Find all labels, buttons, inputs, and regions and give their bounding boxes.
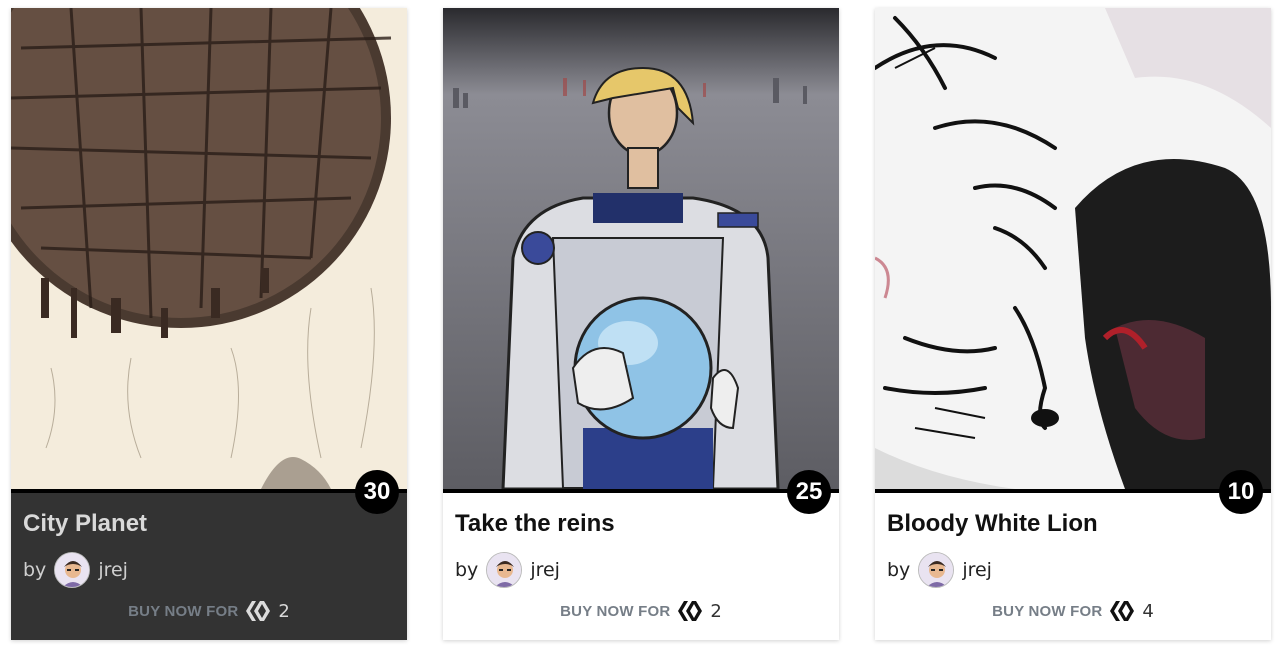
card-title[interactable]: Bloody White Lion xyxy=(887,510,1098,538)
white-lion-artwork[interactable] xyxy=(875,8,1271,489)
buy-now-label: BUY NOW FOR xyxy=(992,602,1103,620)
author-name[interactable]: jrej xyxy=(962,559,992,581)
buy-now-button[interactable]: BUY NOW FOR 2 xyxy=(11,598,407,624)
city-planet-artwork[interactable] xyxy=(11,8,407,489)
edition-count-badge: 25 xyxy=(787,470,831,514)
author-byline: by jrej xyxy=(455,551,560,589)
author-name[interactable]: jrej xyxy=(98,559,128,581)
author-byline: by jrej xyxy=(887,551,992,589)
price-value: 2 xyxy=(710,600,722,622)
card-title[interactable]: City Planet xyxy=(23,510,147,538)
buy-now-label: BUY NOW FOR xyxy=(560,602,671,620)
hive-icon xyxy=(677,600,703,622)
nft-card[interactable]: 25 Take the reins by jrej BUY NOW FOR 2 xyxy=(443,8,839,640)
image-divider xyxy=(11,489,407,493)
edition-count-badge: 10 xyxy=(1219,470,1263,514)
buy-now-button[interactable]: BUY NOW FOR 4 xyxy=(875,598,1271,624)
by-label: by xyxy=(23,559,47,581)
nft-card[interactable]: 10 Bloody White Lion by jrej BUY NOW FOR… xyxy=(875,8,1271,640)
by-label: by xyxy=(455,559,479,581)
astronaut-artwork[interactable] xyxy=(443,8,839,489)
hive-icon xyxy=(245,600,271,622)
avatar[interactable] xyxy=(918,552,955,588)
price-value: 4 xyxy=(1142,600,1154,622)
image-divider xyxy=(443,489,839,493)
card-title[interactable]: Take the reins xyxy=(455,510,615,538)
buy-now-button[interactable]: BUY NOW FOR 2 xyxy=(443,598,839,624)
buy-now-label: BUY NOW FOR xyxy=(128,602,239,620)
price-value: 2 xyxy=(278,600,290,622)
author-name[interactable]: jrej xyxy=(530,559,560,581)
nft-card[interactable]: 30 City Planet by jrej BUY NOW FOR 2 xyxy=(11,8,407,640)
author-byline: by jrej xyxy=(23,551,128,589)
image-divider xyxy=(875,489,1271,493)
by-label: by xyxy=(887,559,911,581)
edition-count-badge: 30 xyxy=(355,470,399,514)
avatar[interactable] xyxy=(54,552,91,588)
hive-icon xyxy=(1109,600,1135,622)
avatar[interactable] xyxy=(486,552,523,588)
